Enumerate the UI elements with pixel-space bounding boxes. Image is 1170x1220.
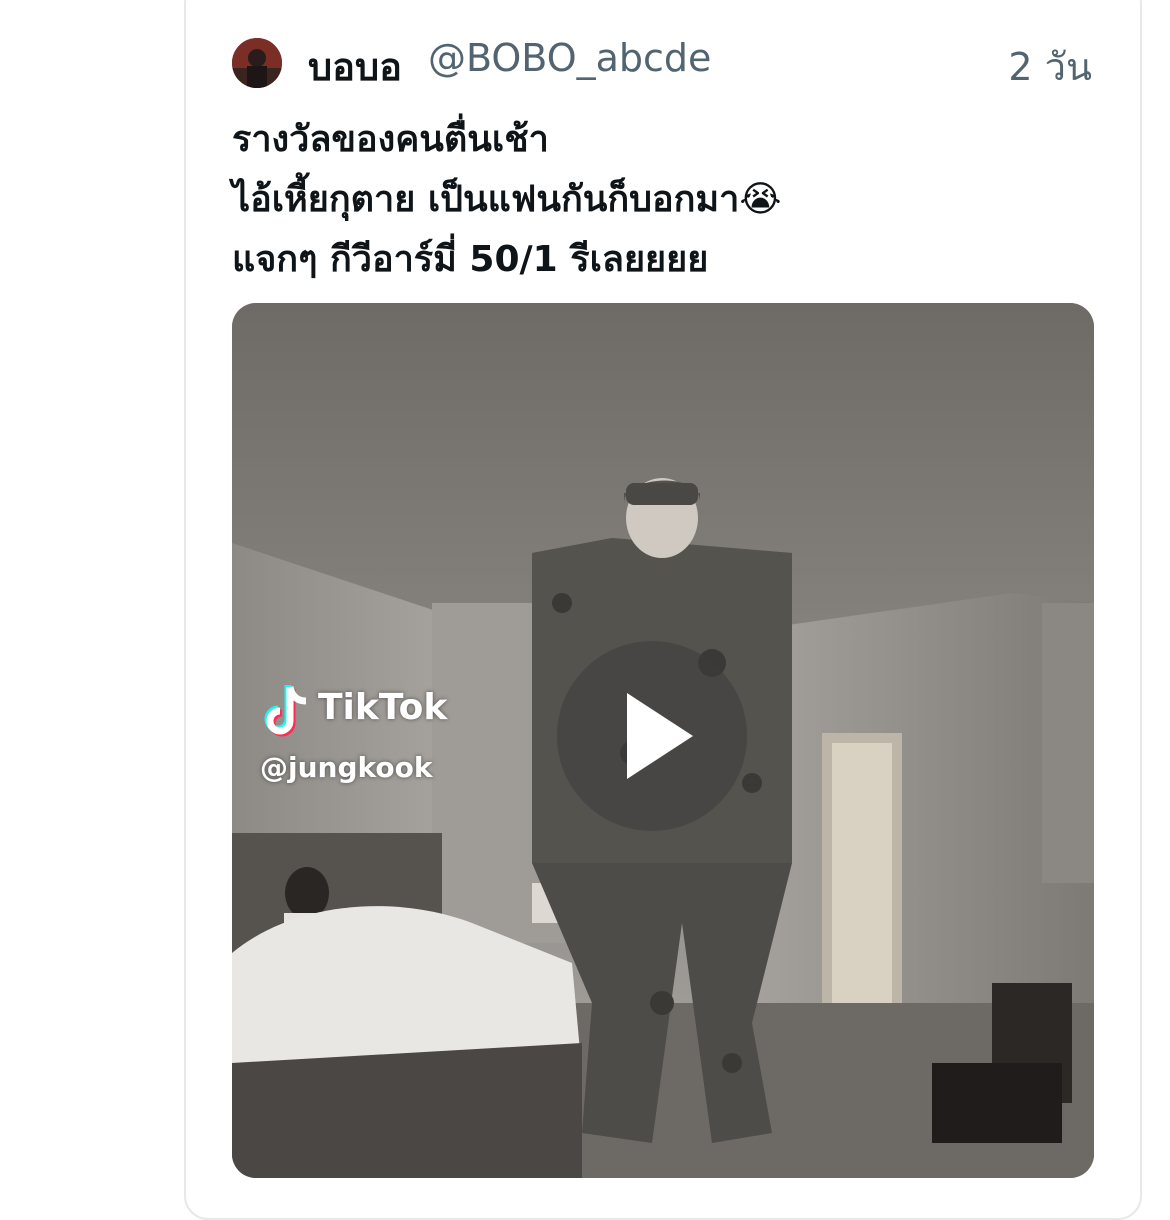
tweet-text-line-2: ไอ้เหี้ยกุตาย เป็นแฟนกันก็บอกมา😭 — [232, 179, 782, 220]
tiktok-brand-text: TikTok — [318, 687, 448, 728]
avatar[interactable] — [232, 38, 282, 88]
tiktok-logo-icon — [264, 685, 307, 737]
user-handle[interactable]: @BOBO_abcde — [428, 36, 711, 80]
video-thumbnail[interactable]: TikTok @jungkook — [232, 303, 1094, 1178]
tweet-text: รางวัลของคนตื่นเช้า ไอ้เหี้ยกุตาย เป็นแฟ… — [232, 110, 1092, 290]
tweet-text-line-3: แจกๆ กีวีอาร์มี่ 50/1 รีเลยยยย — [232, 239, 709, 280]
play-button[interactable] — [557, 641, 747, 831]
tweet-timestamp[interactable]: 2 วัน — [1008, 36, 1092, 97]
tiktok-handle: @jungkook — [260, 751, 433, 784]
tweet-text-line-1: รางวัลของคนตื่นเช้า — [232, 119, 549, 160]
display-name[interactable]: บอบอ — [308, 36, 402, 97]
tweet-header: บอบอ @BOBO_abcde 2 วัน — [232, 34, 1092, 90]
tiktok-watermark: TikTok @jungkook — [260, 683, 500, 793]
play-icon — [627, 693, 693, 779]
